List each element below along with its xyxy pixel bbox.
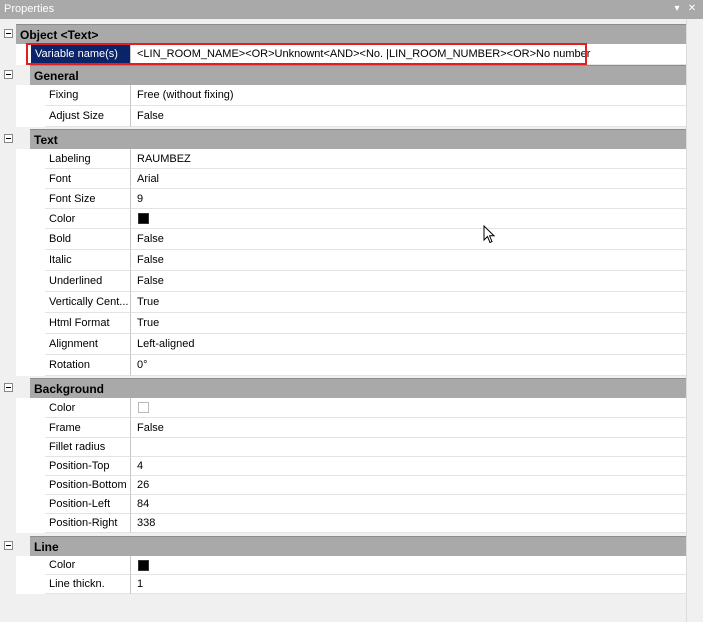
- category-label: General: [34, 69, 79, 83]
- property-row-position-top[interactable]: Position-Top 4: [0, 457, 686, 476]
- property-value[interactable]: RAUMBEZ: [130, 149, 686, 169]
- property-value[interactable]: False: [130, 250, 686, 271]
- category-object[interactable]: Object <Text>: [0, 24, 686, 44]
- property-value[interactable]: 0°: [130, 355, 686, 376]
- category-label: Background: [34, 382, 105, 396]
- property-name: Rotation: [45, 355, 130, 376]
- property-name: Variable name(s): [31, 44, 130, 65]
- collapse-toggle-icon[interactable]: [4, 134, 13, 143]
- property-name: Font Size: [45, 189, 130, 209]
- property-row-font[interactable]: Font Arial: [0, 169, 686, 189]
- property-row-position-left[interactable]: Position-Left 84: [0, 495, 686, 514]
- property-row-html-format[interactable]: Html Format True: [0, 313, 686, 334]
- collapse-toggle-icon[interactable]: [4, 383, 13, 392]
- property-row-line-color[interactable]: Color: [0, 556, 686, 575]
- collapse-toggle-icon[interactable]: [4, 541, 13, 550]
- property-value[interactable]: [130, 398, 686, 418]
- color-swatch[interactable]: [138, 402, 149, 413]
- property-name: Position-Bottom: [45, 476, 130, 495]
- close-icon[interactable]: ✕: [685, 2, 699, 16]
- property-name: Adjust Size: [45, 106, 130, 127]
- collapse-toggle-icon[interactable]: [4, 70, 13, 79]
- property-row-vertically-centered[interactable]: Vertically Cent... True: [0, 292, 686, 313]
- property-row-line-thickness[interactable]: Line thickn. 1: [0, 575, 686, 594]
- collapse-toggle-icon[interactable]: [4, 29, 13, 38]
- color-swatch[interactable]: [138, 213, 149, 224]
- category-label: Object <Text>: [20, 28, 99, 42]
- property-row-fillet-radius[interactable]: Fillet radius: [0, 438, 686, 457]
- property-row-bold[interactable]: Bold False: [0, 229, 686, 250]
- property-value[interactable]: 338: [130, 514, 686, 533]
- property-row-position-right[interactable]: Position-Right 338: [0, 514, 686, 533]
- property-row-adjust-size[interactable]: Adjust Size False: [0, 106, 686, 127]
- properties-title-bar: Properties ▾ ✕: [0, 0, 703, 19]
- property-name: Color: [45, 398, 130, 418]
- property-name: Vertically Cent...: [45, 292, 130, 313]
- property-row-rotation[interactable]: Rotation 0°: [0, 355, 686, 376]
- property-name: Font: [45, 169, 130, 189]
- category-label: Text: [34, 133, 58, 147]
- property-row-alignment[interactable]: Alignment Left-aligned: [0, 334, 686, 355]
- property-value[interactable]: False: [130, 271, 686, 292]
- property-name: Position-Right: [45, 514, 130, 533]
- property-row-background-color[interactable]: Color: [0, 398, 686, 418]
- property-value[interactable]: False: [130, 229, 686, 250]
- property-name: Italic: [45, 250, 130, 271]
- property-value[interactable]: [130, 556, 686, 575]
- property-value[interactable]: [130, 209, 686, 229]
- property-name: Underlined: [45, 271, 130, 292]
- property-name: Color: [45, 209, 130, 229]
- property-name: Fillet radius: [45, 438, 130, 457]
- property-value[interactable]: 84: [130, 495, 686, 514]
- property-name: Frame: [45, 418, 130, 438]
- property-name: Fixing: [45, 85, 130, 106]
- property-name: Alignment: [45, 334, 130, 355]
- property-name: Line thickn.: [45, 575, 130, 594]
- property-value[interactable]: 4: [130, 457, 686, 476]
- property-name: Position-Top: [45, 457, 130, 476]
- property-value[interactable]: Free (without fixing): [130, 85, 686, 106]
- property-row-text-color[interactable]: Color: [0, 209, 686, 229]
- property-value[interactable]: <LIN_ROOM_NAME><OR>Unknownt<AND><No. |LI…: [130, 44, 686, 65]
- property-value[interactable]: Left-aligned: [130, 334, 686, 355]
- property-name: Html Format: [45, 313, 130, 334]
- category-line[interactable]: Line: [0, 536, 686, 556]
- property-row-font-size[interactable]: Font Size 9: [0, 189, 686, 209]
- window-title: Properties: [4, 3, 55, 15]
- property-row-labeling[interactable]: Labeling RAUMBEZ: [0, 149, 686, 169]
- property-name: Labeling: [45, 149, 130, 169]
- property-name: Color: [45, 556, 130, 575]
- property-value[interactable]: Arial: [130, 169, 686, 189]
- vertical-scrollbar[interactable]: [686, 19, 703, 622]
- category-label: Line: [34, 540, 59, 554]
- property-row-italic[interactable]: Italic False: [0, 250, 686, 271]
- property-value[interactable]: [130, 438, 686, 457]
- property-name: Bold: [45, 229, 130, 250]
- property-row-underlined[interactable]: Underlined False: [0, 271, 686, 292]
- property-value[interactable]: True: [130, 292, 686, 313]
- property-value[interactable]: 9: [130, 189, 686, 209]
- dropdown-arrow-icon[interactable]: ▾: [670, 2, 684, 16]
- property-name: Position-Left: [45, 495, 130, 514]
- property-row-fixing[interactable]: Fixing Free (without fixing): [0, 85, 686, 106]
- mouse-pointer-icon: [483, 225, 496, 244]
- color-swatch[interactable]: [138, 559, 149, 571]
- category-general[interactable]: General: [0, 65, 686, 85]
- property-value[interactable]: True: [130, 313, 686, 334]
- property-row-variable-names[interactable]: Variable name(s) <LIN_ROOM_NAME><OR>Unkn…: [0, 44, 686, 65]
- category-background[interactable]: Background: [0, 378, 686, 398]
- property-row-position-bottom[interactable]: Position-Bottom 26: [0, 476, 686, 495]
- property-grid: Object <Text> Variable name(s) <LIN_ROOM…: [0, 24, 686, 594]
- property-value[interactable]: False: [130, 418, 686, 438]
- property-value[interactable]: False: [130, 106, 686, 127]
- property-value[interactable]: 26: [130, 476, 686, 495]
- category-text[interactable]: Text: [0, 129, 686, 149]
- property-row-frame[interactable]: Frame False: [0, 418, 686, 438]
- property-value[interactable]: 1: [130, 575, 686, 594]
